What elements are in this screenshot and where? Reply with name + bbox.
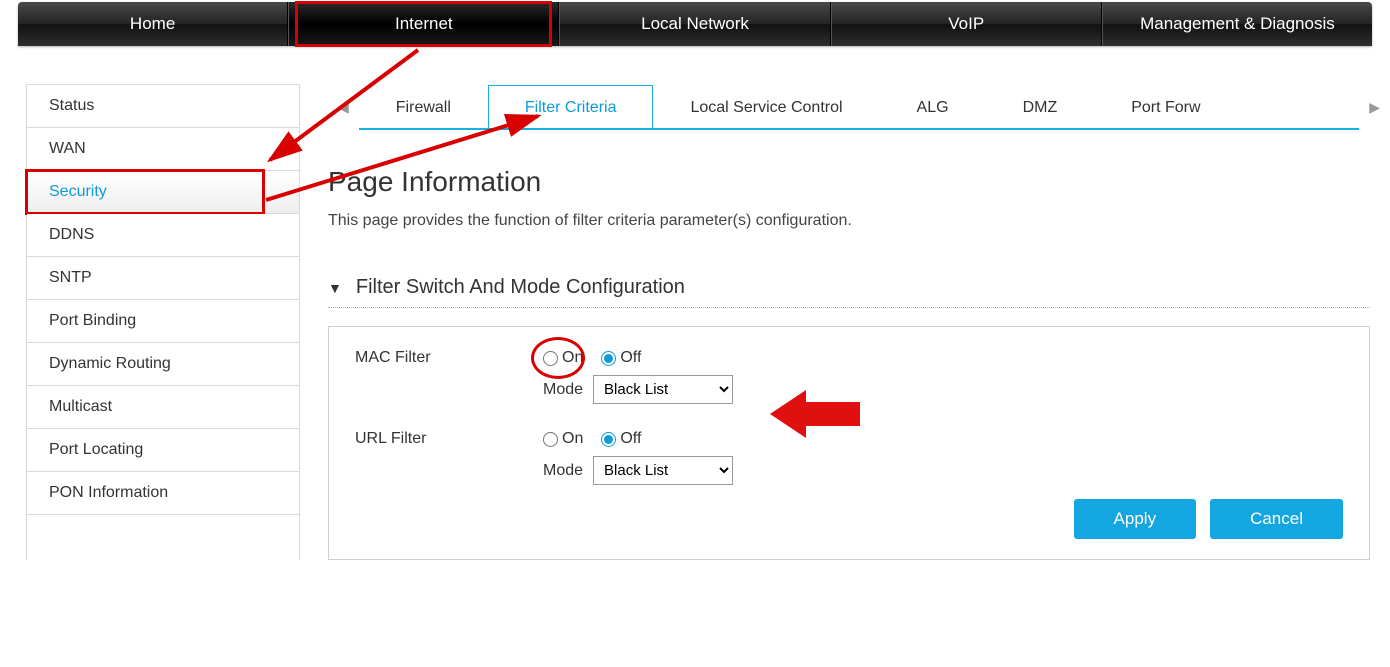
sidebar-item-status[interactable]: Status	[27, 85, 299, 128]
nav-management-diagnosis[interactable]: Management & Diagnosis	[1102, 2, 1372, 46]
button-row: Apply Cancel	[355, 499, 1343, 539]
tab-scroll-left-icon[interactable]: ◀	[328, 99, 359, 116]
sidebar-item-label: DDNS	[49, 226, 94, 244]
radio-text: Off	[620, 430, 641, 448]
sidebar-item-label: Port Binding	[49, 312, 136, 330]
nav-voip[interactable]: VoIP	[831, 2, 1102, 46]
tab-firewall[interactable]: Firewall	[359, 85, 488, 129]
url-filter-off-option[interactable]: Off	[601, 430, 641, 448]
sidebar-item-label: WAN	[49, 140, 86, 158]
sidebar-item-dynamic-routing[interactable]: Dynamic Routing	[27, 343, 299, 386]
url-filter-label: URL Filter	[355, 430, 543, 448]
sidebar: Status WAN Security DDNS SNTP Port Bindi…	[26, 84, 300, 560]
tab-filter-criteria[interactable]: Filter Criteria	[488, 85, 654, 129]
tabs-row: ◀ Firewall Filter Criteria Local Service…	[328, 84, 1390, 130]
annotation-arrow-3	[770, 384, 870, 444]
sidebar-item-label: Port Locating	[49, 441, 143, 459]
tab-label: ALG	[917, 99, 949, 117]
sidebar-item-label: Multicast	[49, 398, 112, 416]
sidebar-item-label: SNTP	[49, 269, 92, 287]
nav-label: Local Network	[641, 14, 749, 34]
sidebar-item-port-locating[interactable]: Port Locating	[27, 429, 299, 472]
cancel-button[interactable]: Cancel	[1210, 499, 1343, 539]
page-description: This page provides the function of filte…	[328, 212, 1390, 230]
sidebar-item-security[interactable]: Security	[27, 171, 299, 214]
mac-mode-select[interactable]: Black List White List	[593, 375, 733, 404]
tab-label: Firewall	[396, 99, 451, 117]
mac-filter-row: MAC Filter On Off	[355, 349, 1343, 367]
nav-internet[interactable]: Internet	[288, 2, 559, 46]
annotation-circle	[531, 337, 585, 379]
tabs: Firewall Filter Criteria Local Service C…	[359, 84, 1359, 130]
sidebar-item-port-binding[interactable]: Port Binding	[27, 300, 299, 343]
divider	[328, 307, 1370, 308]
url-mode-row: Mode Black List White List	[355, 456, 1343, 485]
nav-label: Internet	[395, 14, 453, 34]
nav-label: Management & Diagnosis	[1140, 14, 1335, 34]
tab-port-forwarding[interactable]: Port Forw	[1094, 85, 1237, 129]
top-nav: Home Internet Local Network VoIP Managem…	[18, 2, 1372, 46]
nav-local-network[interactable]: Local Network	[559, 2, 830, 46]
sidebar-item-sntp[interactable]: SNTP	[27, 257, 299, 300]
radio-text: Off	[620, 349, 641, 367]
tab-label: DMZ	[1023, 99, 1058, 117]
nav-label: VoIP	[948, 14, 984, 34]
url-filter-off-radio[interactable]	[601, 432, 616, 447]
nav-label: Home	[130, 14, 175, 34]
section-toggle[interactable]: ▼ Filter Switch And Mode Configuration	[328, 276, 1390, 299]
sidebar-item-label: PON Information	[49, 484, 168, 502]
tab-label: Port Forw	[1131, 99, 1200, 117]
url-filter-on-radio[interactable]	[543, 432, 558, 447]
tab-alg[interactable]: ALG	[880, 85, 986, 129]
sidebar-item-ddns[interactable]: DDNS	[27, 214, 299, 257]
url-mode-select[interactable]: Black List White List	[593, 456, 733, 485]
sidebar-item-label: Status	[49, 97, 94, 115]
tab-dmz[interactable]: DMZ	[986, 85, 1095, 129]
mac-filter-label: MAC Filter	[355, 349, 543, 367]
sidebar-item-wan[interactable]: WAN	[27, 128, 299, 171]
url-filter-radio-group: On Off	[543, 430, 655, 448]
sidebar-item-label: Dynamic Routing	[49, 355, 171, 373]
sidebar-item-label: Security	[49, 183, 107, 201]
url-mode-label: Mode	[543, 462, 583, 480]
mac-filter-radio-group: On Off	[543, 349, 655, 367]
mac-mode-label: Mode	[543, 381, 583, 399]
mac-filter-off-option[interactable]: Off	[601, 349, 641, 367]
apply-button[interactable]: Apply	[1074, 499, 1197, 539]
main-area: ◀ Firewall Filter Criteria Local Service…	[328, 84, 1390, 560]
sidebar-item-multicast[interactable]: Multicast	[27, 386, 299, 429]
tab-scroll-right-icon[interactable]: ▶	[1359, 99, 1390, 116]
tab-label: Filter Criteria	[525, 99, 617, 117]
section-title: Filter Switch And Mode Configuration	[356, 276, 685, 299]
tab-local-service-control[interactable]: Local Service Control	[653, 85, 879, 129]
triangle-down-icon: ▼	[328, 280, 342, 296]
page-title: Page Information	[328, 166, 1390, 198]
mac-filter-off-radio[interactable]	[601, 351, 616, 366]
radio-text: On	[562, 430, 583, 448]
sidebar-item-pon-information[interactable]: PON Information	[27, 472, 299, 515]
tab-label: Local Service Control	[690, 99, 842, 117]
url-filter-on-option[interactable]: On	[543, 430, 583, 448]
nav-home[interactable]: Home	[18, 2, 288, 46]
